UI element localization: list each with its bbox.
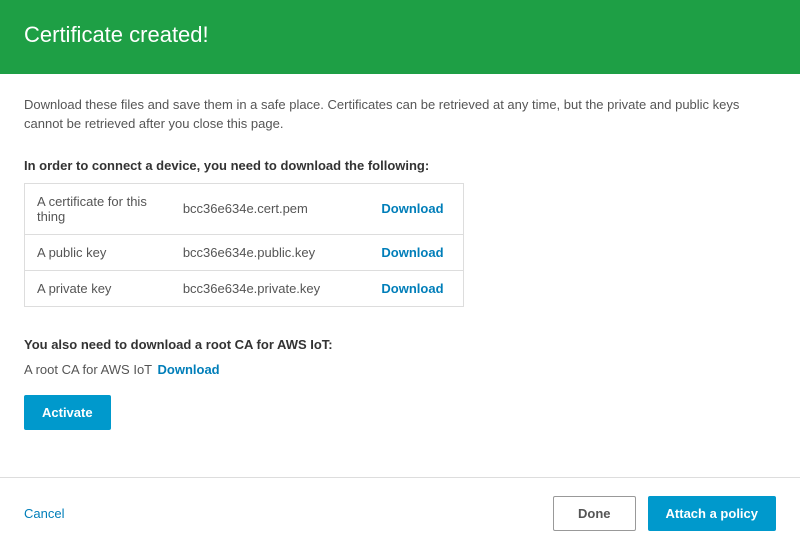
activate-button[interactable]: Activate bbox=[24, 395, 111, 430]
download-link-public-key[interactable]: Download bbox=[381, 245, 443, 260]
private-key-filename: bcc36e634e.private.key bbox=[171, 270, 370, 306]
attach-policy-button[interactable]: Attach a policy bbox=[648, 496, 776, 531]
footer-bar: Cancel Done Attach a policy bbox=[0, 477, 800, 549]
root-ca-heading: You also need to download a root CA for … bbox=[24, 337, 776, 352]
table-row: A certificate for this thing bcc36e634e.… bbox=[25, 183, 464, 234]
header-banner: Certificate created! bbox=[0, 0, 800, 74]
public-key-label: A public key bbox=[25, 234, 171, 270]
downloads-heading: In order to connect a device, you need t… bbox=[24, 158, 776, 173]
cert-filename: bcc36e634e.cert.pem bbox=[171, 183, 370, 234]
download-link-certificate[interactable]: Download bbox=[381, 201, 443, 216]
footer-actions: Done Attach a policy bbox=[553, 496, 776, 531]
root-ca-label: A root CA for AWS IoT bbox=[24, 362, 152, 377]
table-row: A private key bcc36e634e.private.key Dow… bbox=[25, 270, 464, 306]
cert-label: A certificate for this thing bbox=[25, 183, 171, 234]
download-link-root-ca[interactable]: Download bbox=[158, 362, 220, 377]
table-row: A public key bcc36e634e.public.key Downl… bbox=[25, 234, 464, 270]
download-link-private-key[interactable]: Download bbox=[381, 281, 443, 296]
cancel-link[interactable]: Cancel bbox=[24, 506, 64, 521]
public-key-filename: bcc36e634e.public.key bbox=[171, 234, 370, 270]
downloads-table: A certificate for this thing bcc36e634e.… bbox=[24, 183, 464, 307]
private-key-label: A private key bbox=[25, 270, 171, 306]
main-content: Download these files and save them in a … bbox=[0, 74, 800, 477]
intro-text: Download these files and save them in a … bbox=[24, 96, 776, 134]
page-title: Certificate created! bbox=[24, 22, 776, 48]
done-button[interactable]: Done bbox=[553, 496, 636, 531]
root-ca-line: A root CA for AWS IoT Download bbox=[24, 362, 776, 377]
